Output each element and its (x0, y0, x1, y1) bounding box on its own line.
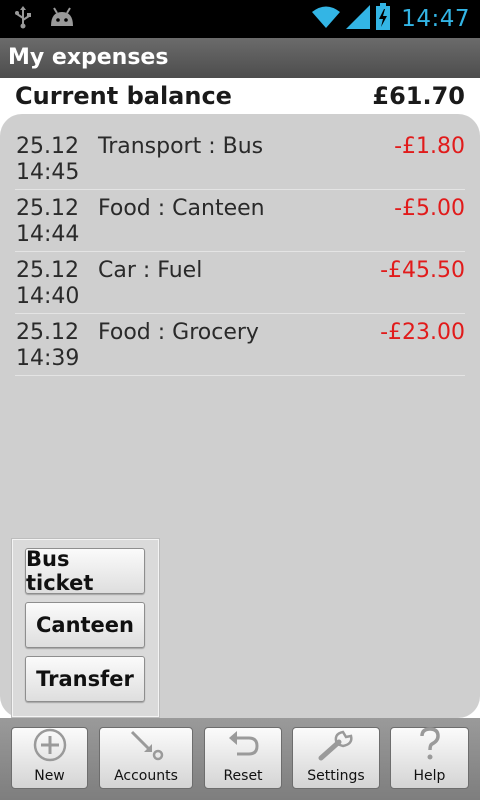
transaction-time: 14:45 (16, 160, 80, 185)
question-mark-icon (415, 726, 445, 768)
transaction-description: Transport : Bus (98, 134, 264, 159)
transaction-date: 25.12 (16, 320, 79, 345)
transaction-amount: -£45.50 (380, 258, 465, 283)
reset-label: Reset (223, 768, 263, 784)
transaction-amount: -£1.80 (394, 134, 465, 159)
help-button[interactable]: Help (390, 727, 469, 789)
canteen-button[interactable]: Canteen (25, 602, 145, 648)
bus-ticket-button[interactable]: Bus ticket (25, 547, 145, 595)
settings-label: Settings (307, 768, 365, 784)
help-label: Help (413, 768, 446, 784)
settings-button[interactable]: Settings (292, 727, 380, 789)
current-balance-row: Current balance £61.70 (0, 78, 480, 114)
transaction-date: 25.12 (16, 196, 79, 221)
transaction-row[interactable]: 25.12 14:44 Food : Canteen -£5.00 (15, 190, 465, 252)
transaction-row[interactable]: 25.12 14:40 Car : Fuel -£45.50 (15, 252, 465, 314)
transaction-description: Food : Canteen (98, 196, 265, 221)
transaction-row[interactable]: 25.12 14:39 Food : Grocery -£23.00 (15, 314, 465, 376)
android-icon (48, 6, 76, 32)
bottom-toolbar: New Accounts Reset Settings Help (0, 718, 480, 800)
accounts-arrow-icon (126, 728, 166, 768)
signal-icon (345, 4, 371, 34)
balance-value: £61.70 (372, 82, 465, 110)
app-title: My expenses (8, 45, 169, 70)
usb-icon (14, 5, 32, 33)
transaction-amount: -£5.00 (394, 196, 465, 221)
battery-charging-icon (375, 3, 391, 35)
wifi-icon (311, 5, 341, 33)
transaction-description: Food : Grocery (98, 320, 259, 345)
accounts-button[interactable]: Accounts (99, 727, 193, 789)
app-screen: 14:47 My expenses Current balance £61.70… (0, 0, 480, 800)
transaction-amount: -£23.00 (380, 320, 465, 345)
transaction-row[interactable]: 25.12 14:45 Transport : Bus -£1.80 (15, 128, 465, 190)
accounts-label: Accounts (114, 768, 178, 784)
transfer-button[interactable]: Transfer (25, 656, 145, 702)
transaction-time: 14:40 (16, 284, 80, 309)
undo-icon (225, 728, 261, 768)
transaction-date: 25.12 (16, 258, 79, 283)
quick-actions-panel: Bus ticket Canteen Transfer (12, 539, 159, 717)
new-button[interactable]: New (11, 727, 88, 789)
transaction-date: 25.12 (16, 134, 79, 159)
app-title-bar: My expenses (0, 38, 480, 78)
transaction-list: 25.12 14:45 Transport : Bus -£1.80 25.12… (15, 128, 465, 376)
add-icon (33, 728, 67, 768)
reset-button[interactable]: Reset (204, 727, 282, 789)
new-label: New (34, 768, 65, 784)
status-clock: 14:47 (401, 6, 470, 32)
transaction-time: 14:44 (16, 222, 80, 247)
transaction-time: 14:39 (16, 346, 80, 371)
balance-label: Current balance (15, 82, 232, 110)
wrench-icon (315, 728, 357, 768)
status-bar: 14:47 (0, 0, 480, 38)
transaction-description: Car : Fuel (98, 258, 203, 283)
